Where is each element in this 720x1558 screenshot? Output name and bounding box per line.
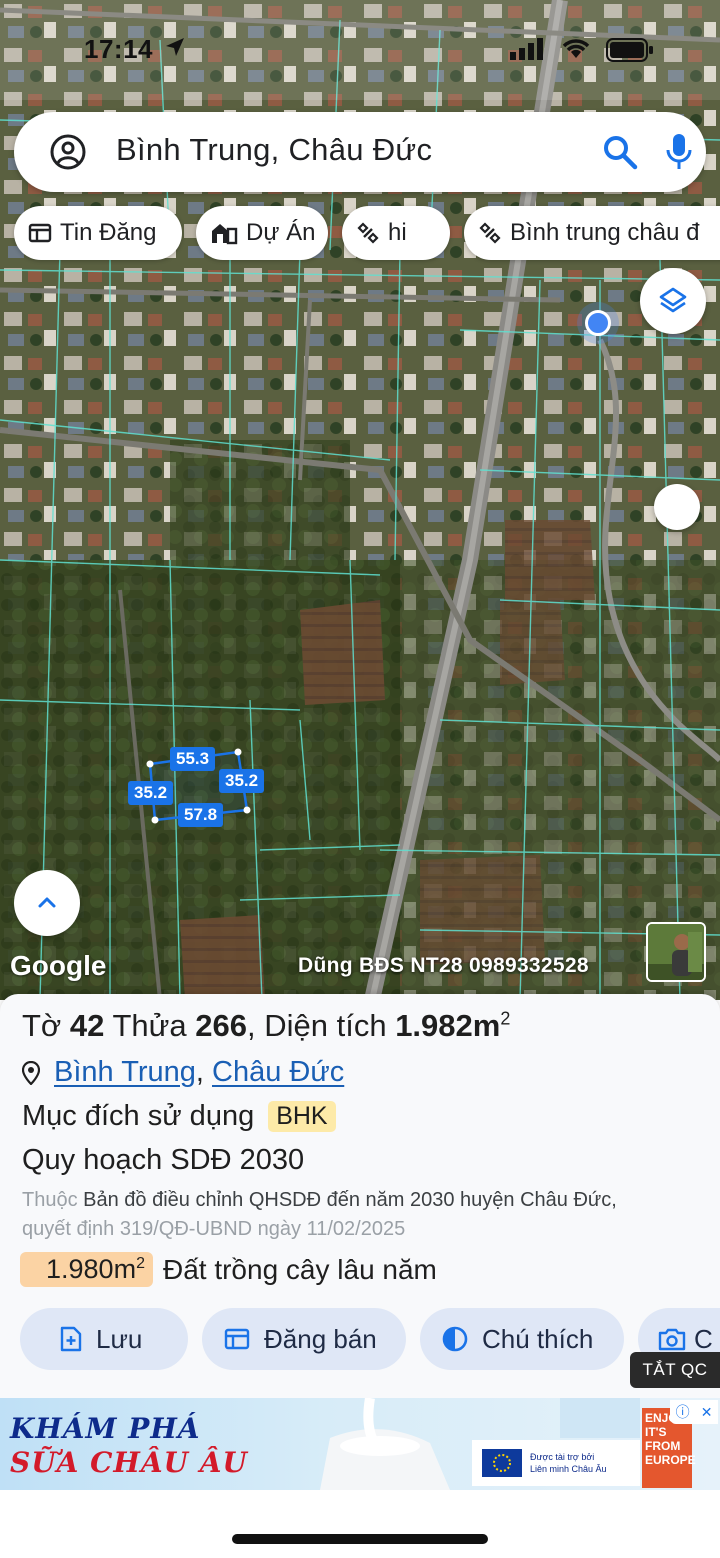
status-bar: 17:14	[0, 30, 720, 70]
ad-choices[interactable]: ⓘ ✕	[670, 1400, 718, 1424]
plan-note-decision: quyết định 319/QĐ-UBND ngày 11/02/2025	[22, 1218, 406, 1240]
turn-off-ads-button[interactable]: TẮT QC	[630, 1352, 720, 1388]
parcel-title: Tờ 42 Thửa 266, Diện tích 1.982m2	[22, 1008, 511, 1043]
layers-icon	[659, 287, 687, 313]
chip-tin-dang[interactable]: Tin Đăng	[14, 206, 182, 260]
account-circle-icon[interactable]	[50, 134, 86, 170]
save-label: Lưu	[96, 1323, 143, 1354]
cellular-signal-icon	[510, 38, 543, 60]
plan-note-main: Bản đồ điều chỉnh QHSDĐ đến năm 2030 huy…	[83, 1189, 617, 1211]
chip-label: Dự Án	[246, 219, 316, 246]
dimension-label-top: 55.3	[170, 747, 216, 771]
search-query[interactable]: Bình Trung, Châu Đức	[116, 132, 432, 168]
chip-label: Tin Đăng	[60, 219, 157, 246]
camera-icon	[658, 1328, 686, 1351]
legend-button[interactable]: Chú thích	[420, 1308, 624, 1370]
location-link-commune[interactable]: Bình Trung	[54, 1056, 196, 1089]
chip-label: Bình trung châu đ	[510, 219, 700, 246]
microphone-icon[interactable]	[664, 132, 694, 172]
area-label: Diện tích	[264, 1008, 387, 1043]
home-indicator[interactable]	[232, 1534, 488, 1544]
compass-button[interactable]	[654, 484, 700, 530]
status-time: 17:14	[84, 34, 153, 64]
chip-binh-trung[interactable]: Bình trung châu đ	[464, 206, 720, 260]
chip-label: hi	[388, 219, 407, 246]
eu-text-2: Liên minh Châu Âu	[530, 1464, 607, 1474]
layers-button[interactable]	[640, 268, 706, 334]
chip-hi[interactable]: hi	[342, 206, 450, 260]
dimension-label-bottom: 57.8	[178, 803, 224, 827]
location-arrow-icon	[166, 38, 184, 56]
location-row: Bình Trung , Châu Đức	[22, 1056, 344, 1089]
post-listing-icon	[224, 1328, 250, 1350]
save-add-icon	[60, 1326, 82, 1352]
ad-banner[interactable]: KHÁM PHÁ SỮA CHÂU ÂU Được tài trợ bởi Li…	[0, 1398, 720, 1490]
chip-du-an[interactable]: Dự Án	[196, 206, 328, 260]
sheet-label: Tờ	[22, 1008, 62, 1043]
plan-area-value: 1.980m	[46, 1254, 137, 1284]
lot-number: 266	[195, 1008, 247, 1043]
legend-icon	[442, 1326, 468, 1352]
close-icon[interactable]: ✕	[701, 1404, 713, 1421]
post-listing-button[interactable]: Đăng bán	[202, 1308, 406, 1370]
expand-sheet-button[interactable]	[14, 870, 80, 936]
listing-icon	[28, 223, 52, 243]
dimension-label-left: 35.2	[128, 781, 174, 805]
dimension-label-right: 35.2	[219, 769, 265, 793]
plan-area-row: 1.980m2 Đất trồng cây lâu năm	[20, 1252, 437, 1287]
plan-note-prefix: Thuộc	[22, 1189, 78, 1211]
post-listing-label: Đăng bán	[264, 1323, 377, 1354]
land-use-purpose-row: Mục đích sử dụng BHK	[22, 1100, 336, 1133]
watermark-text: Dũng BĐS NT28 0989332528	[298, 954, 589, 977]
camera-label: C	[694, 1323, 713, 1354]
area-unit-sup: 2	[500, 1008, 511, 1029]
plan-title: Quy hoạch SDĐ 2030	[22, 1144, 305, 1176]
lot-label: Thửa	[112, 1008, 187, 1043]
plan-area-badge: 1.980m2	[20, 1252, 153, 1287]
chevron-up-icon	[38, 897, 56, 908]
satellite-map[interactable]: 17:14 Bình Trung, Châu Đức Tin Đăng Dự Á…	[0, 0, 720, 1000]
eu-text-1: Được tài trợ bởi	[530, 1452, 595, 1462]
location-pin-icon	[22, 1060, 40, 1085]
plan-note: Thuộc Bản đồ điều chỉnh QHSDĐ đến năm 20…	[22, 1186, 720, 1244]
building-icon	[212, 224, 238, 245]
eu-flag-icon	[482, 1449, 522, 1477]
search-bar[interactable]: Bình Trung, Châu Đức	[14, 112, 706, 192]
wifi-icon	[562, 39, 590, 58]
location-link-district[interactable]: Châu Đức	[212, 1056, 344, 1089]
info-icon[interactable]: ⓘ	[676, 1402, 690, 1422]
ad-headline-1: KHÁM PHÁ	[10, 1412, 201, 1445]
save-button[interactable]: Lưu	[20, 1308, 188, 1370]
plan-area-sup: 2	[136, 1255, 145, 1272]
plan-area-type: Đất trồng cây lâu năm	[162, 1253, 437, 1285]
avatar[interactable]	[646, 922, 706, 982]
battery-icon	[606, 38, 653, 62]
my-location-dot	[585, 310, 611, 336]
sheet-number: 42	[69, 1008, 105, 1043]
purpose-label: Mục đích sử dụng	[22, 1100, 255, 1132]
area-value: 1.982m	[395, 1008, 501, 1043]
ad-headline-2: SỮA CHÂU ÂU	[10, 1446, 248, 1479]
profile-photo	[648, 924, 704, 980]
parcel-info-sheet: Tờ 42 Thửa 266, Diện tích 1.982m2 Bình T…	[0, 994, 720, 1400]
satellite-icon	[357, 222, 379, 244]
eu-funding-box: Được tài trợ bởi Liên minh Châu Âu	[472, 1440, 640, 1486]
legend-label: Chú thích	[482, 1323, 594, 1354]
satellite-icon	[479, 222, 501, 244]
google-logo: Google	[10, 950, 107, 981]
purpose-code-badge: BHK	[268, 1101, 336, 1132]
search-icon[interactable]	[602, 134, 638, 170]
